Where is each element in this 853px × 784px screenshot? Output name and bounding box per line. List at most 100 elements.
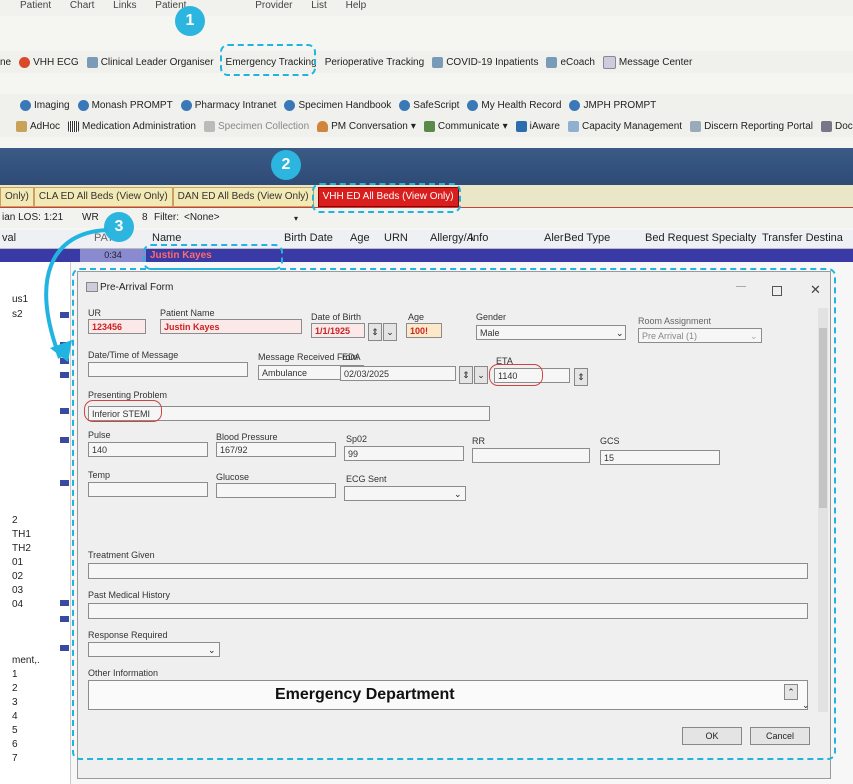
list-item[interactable]: TH1	[12, 529, 31, 540]
toolbar-apps: AdHoc Medication Administration Specimen…	[0, 115, 853, 137]
list-item[interactable]: 6	[12, 739, 18, 750]
menu-list[interactable]: List	[311, 0, 327, 11]
ambulance-icon	[60, 600, 69, 606]
annotation-vhh-tab	[312, 183, 461, 213]
person-icon	[317, 120, 329, 132]
menu-chart[interactable]: Chart	[70, 0, 94, 11]
annotation-form	[72, 268, 836, 760]
col-bed-request[interactable]: Bed Request Specialty	[645, 232, 756, 244]
step-badge-1: 1	[175, 6, 205, 36]
tab-only[interactable]: Only)	[0, 187, 34, 207]
menu-links[interactable]: Links	[113, 0, 136, 11]
iaware-icon	[515, 120, 527, 132]
menu-help[interactable]: Help	[346, 0, 367, 11]
chevron-down-icon[interactable]: ▾	[294, 214, 298, 223]
envelope-icon	[602, 55, 616, 69]
toolbar-jmph-prompt[interactable]: JMPH PROMPT	[569, 99, 656, 111]
col-val[interactable]: val	[2, 232, 16, 244]
list-item[interactable]: 03	[12, 585, 23, 596]
grid-icon	[86, 56, 98, 68]
toolbar-specimen-handbook[interactable]: Specimen Handbook	[284, 99, 391, 111]
globe-icon	[569, 99, 581, 111]
report-icon	[690, 120, 702, 132]
toolbar-specimen-collection[interactable]: Specimen Collection	[203, 120, 309, 132]
menu-bar: Patient Chart Links Patient Provider Lis…	[0, 0, 853, 16]
tab-cla-ed[interactable]: CLA ED All Beds (View Only)	[33, 187, 173, 207]
filter-select[interactable]: <None>	[184, 212, 220, 223]
toolbar-docu[interactable]: Docu	[821, 120, 853, 132]
chart-icon	[568, 120, 579, 132]
ambulance-icon	[60, 616, 69, 622]
toolbar-capacity-management[interactable]: Capacity Management	[568, 120, 682, 132]
toolbar-web: Imaging Monash PROMPT Pharmacy Intranet …	[0, 94, 853, 116]
toolbar-home[interactable]: ne	[0, 57, 11, 68]
list-item[interactable]: 01	[12, 557, 23, 568]
col-alert[interactable]: Aler	[544, 232, 564, 244]
col-info[interactable]: Info	[470, 232, 488, 244]
col-transfer[interactable]: Transfer Destina	[762, 232, 843, 244]
toolbar-safescript[interactable]: SafeScript	[399, 99, 459, 111]
toolbar-pharmacy[interactable]: Pharmacy Intranet	[180, 99, 276, 111]
table-row-selected[interactable]: 0:34 Justin Kayes	[0, 249, 853, 262]
toolbar-discern-reporting[interactable]: Discern Reporting Portal	[690, 120, 813, 132]
col-name[interactable]: Name	[152, 232, 181, 244]
toolbar-covid[interactable]: COVID-19 Inpatients	[432, 56, 538, 68]
grid-icon	[432, 56, 444, 68]
toolbar-ecoach[interactable]: eCoach	[546, 56, 595, 68]
communicate-icon	[423, 120, 435, 132]
globe-icon	[20, 99, 31, 111]
list-item[interactable]: 4	[12, 711, 18, 722]
toolbar-imaging[interactable]: Imaging	[20, 99, 70, 111]
toolbar-message-center[interactable]: Message Center	[602, 55, 692, 69]
toolbar-perioperative[interactable]: Perioperative Tracking	[325, 57, 425, 68]
tab-dan-ed[interactable]: DAN ED All Beds (View Only)	[172, 187, 314, 207]
annotation-patient-row	[143, 244, 283, 270]
toolbar-communicate[interactable]: Communicate ▾	[423, 120, 508, 132]
document-icon	[821, 120, 832, 132]
grid-icon	[546, 56, 558, 68]
toolbar-my-health-record[interactable]: My Health Record	[467, 99, 561, 111]
col-birth-date[interactable]: Birth Date	[284, 232, 333, 244]
list-item[interactable]: TH2	[12, 543, 31, 554]
list-item[interactable]: ment,.	[12, 655, 40, 666]
header-band	[0, 148, 853, 185]
toolbar-monash-prompt[interactable]: Monash PROMPT	[77, 99, 173, 111]
list-item[interactable]: 1	[12, 669, 18, 680]
globe-icon	[399, 99, 411, 111]
col-bed-type[interactable]: Bed Type	[564, 232, 610, 244]
globe-icon	[180, 99, 192, 111]
heart-icon	[19, 56, 31, 68]
toolbar-vhh-ecg[interactable]: VHH ECG	[19, 56, 79, 68]
globe-icon	[77, 99, 89, 111]
menu-patient[interactable]: Patient	[20, 0, 51, 11]
globe-icon	[467, 99, 479, 111]
toolbar-medication-admin[interactable]: Medication Administration	[68, 120, 196, 132]
toolbar-links: ne VHH ECG Clinical Leader Organiser Eme…	[0, 51, 853, 73]
filter-label: Filter:	[154, 212, 179, 223]
col-age[interactable]: Age	[350, 232, 370, 244]
toolbar-iaware[interactable]: iAware	[515, 120, 560, 132]
toolbar-pm-conversation[interactable]: PM Conversation ▾	[317, 120, 416, 132]
col-urn[interactable]: URN	[384, 232, 408, 244]
list-item[interactable]: 5	[12, 725, 18, 736]
barcode-icon	[68, 120, 80, 132]
ambulance-icon	[60, 372, 69, 378]
globe-icon	[284, 99, 296, 111]
ambulance-icon	[60, 480, 69, 486]
step-badge-2: 2	[271, 150, 301, 180]
menu-provider[interactable]: Provider	[255, 0, 292, 11]
toolbar-clinical-leader[interactable]: Clinical Leader Organiser	[86, 56, 214, 68]
list-item[interactable]: 2	[12, 515, 18, 526]
adhoc-icon	[16, 120, 27, 132]
ambulance-icon	[60, 437, 69, 443]
list-item[interactable]: 3	[12, 697, 18, 708]
list-item[interactable]: 02	[12, 571, 23, 582]
list-item[interactable]: 7	[12, 753, 18, 764]
col-allergy[interactable]: Allergy/A	[430, 232, 474, 244]
list-item[interactable]: 2	[12, 683, 18, 694]
ambulance-icon	[60, 408, 69, 414]
annotation-emergency-tracking	[220, 44, 316, 76]
list-item[interactable]: 04	[12, 599, 23, 610]
curved-arrow-icon	[44, 228, 109, 362]
toolbar-adhoc[interactable]: AdHoc	[16, 120, 60, 132]
